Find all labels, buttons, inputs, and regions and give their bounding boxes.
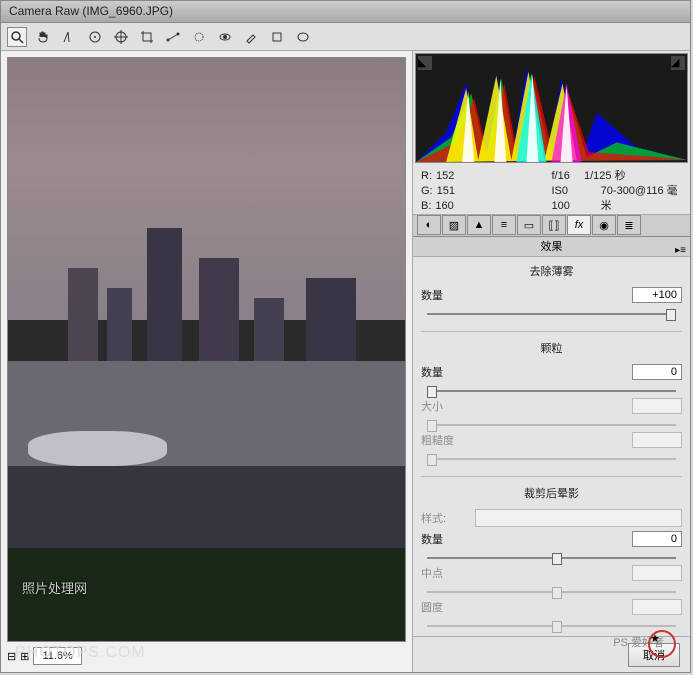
tab-basic[interactable]: ◐	[417, 215, 441, 235]
settings-panel: ◣ ◢ R: 152 G: 151 B: 160	[412, 51, 690, 672]
dehaze-title: 去除薄雾	[421, 263, 682, 279]
image-preview[interactable]: 照片处理网	[7, 57, 406, 642]
vignette-mid-slider	[427, 585, 676, 599]
g-value: 151	[437, 184, 455, 199]
grain-amount-label: 数量	[421, 364, 469, 380]
preview-pane: 照片处理网 ⊟ ⊞ 11.6% PHOTOPS.COM	[1, 51, 412, 672]
vignette-mid-label: 中点	[421, 565, 469, 581]
grain-rough-input	[632, 432, 682, 448]
grain-rough-label: 粗糙度	[421, 432, 469, 448]
watermark-brand: PHOTOPS.COM	[15, 644, 146, 662]
title-bar: Camera Raw (IMG_6960.JPG)	[1, 1, 690, 23]
iso-value: IS0 100	[552, 184, 587, 214]
dehaze-amount-label: 数量	[421, 287, 469, 303]
grain-amount-slider[interactable]	[427, 384, 676, 398]
tab-lens[interactable]: ⟦⟧	[542, 215, 566, 235]
vignette-title: 裁剪后晕影	[421, 485, 682, 501]
panel-menu-icon[interactable]: ▸≡	[675, 241, 686, 261]
vignette-round-slider	[427, 619, 676, 633]
b-label: B:	[421, 199, 431, 214]
crop-tool-icon[interactable]	[137, 27, 157, 47]
r-value: 152	[436, 169, 454, 184]
shutter-value: 1/125 秒	[584, 169, 626, 184]
window-title: Camera Raw (IMG_6960.JPG)	[9, 4, 173, 18]
tab-curve[interactable]: ▨	[442, 215, 466, 235]
vignette-amount-input[interactable]	[632, 531, 682, 547]
grain-rough-slider	[427, 452, 676, 466]
dehaze-amount-input[interactable]	[632, 287, 682, 303]
white-balance-icon[interactable]	[59, 27, 79, 47]
spot-removal-icon[interactable]	[189, 27, 209, 47]
grain-size-input	[632, 398, 682, 414]
highlight-clip-icon[interactable]: ◢	[671, 56, 685, 70]
adjustment-brush-icon[interactable]	[241, 27, 261, 47]
vignette-style-select[interactable]	[475, 509, 682, 527]
hand-tool-icon[interactable]	[33, 27, 53, 47]
color-sampler-icon[interactable]	[85, 27, 105, 47]
info-readout: R: 152 G: 151 B: 160 f/16 1/125 秒 IS0 100 7…	[413, 165, 690, 215]
panel-header: 效果 ▸≡	[413, 237, 690, 257]
shadow-clip-icon[interactable]: ◣	[418, 56, 432, 70]
target-adjust-icon[interactable]	[111, 27, 131, 47]
grain-amount-input[interactable]	[632, 364, 682, 380]
toolbar	[1, 23, 690, 51]
panel-tabs: ◐ ▨ ▲ ≡ ▭ ⟦⟧ fx ◉ ≣	[413, 215, 690, 237]
zoom-tool-icon[interactable]	[7, 27, 27, 47]
histogram[interactable]: ◣ ◢	[415, 53, 688, 163]
straighten-icon[interactable]	[163, 27, 183, 47]
tab-camera[interactable]: ◉	[592, 215, 616, 235]
aperture-value: f/16	[552, 169, 570, 184]
tab-hsl[interactable]: ≡	[492, 215, 516, 235]
panel-title: 效果	[541, 241, 563, 253]
watermark-text: 照片处理网	[22, 578, 87, 597]
radial-filter-icon[interactable]	[293, 27, 313, 47]
tab-split[interactable]: ▭	[517, 215, 541, 235]
grain-size-slider	[427, 418, 676, 432]
dehaze-amount-slider[interactable]	[427, 307, 676, 321]
grain-size-label: 大小	[421, 398, 469, 414]
redeye-icon[interactable]	[215, 27, 235, 47]
vignette-round-label: 圆度	[421, 599, 469, 615]
tab-detail[interactable]: ▲	[467, 215, 491, 235]
vignette-round-input	[632, 599, 682, 615]
vignette-amount-label: 数量	[421, 531, 469, 547]
vignette-mid-input	[632, 565, 682, 581]
lens-value: 70-300@116 毫米	[601, 184, 682, 214]
graduated-filter-icon[interactable]	[267, 27, 287, 47]
grain-title: 颗粒	[421, 340, 682, 356]
r-label: R:	[421, 169, 432, 184]
tab-effects[interactable]: fx	[567, 215, 591, 235]
tab-presets[interactable]: ≣	[617, 215, 641, 235]
vignette-amount-slider[interactable]	[427, 551, 676, 565]
b-value: 160	[435, 199, 453, 214]
g-label: G:	[421, 184, 433, 199]
vignette-style-label: 样式:	[421, 510, 469, 526]
watermark-logo-icon: ★	[648, 630, 676, 658]
